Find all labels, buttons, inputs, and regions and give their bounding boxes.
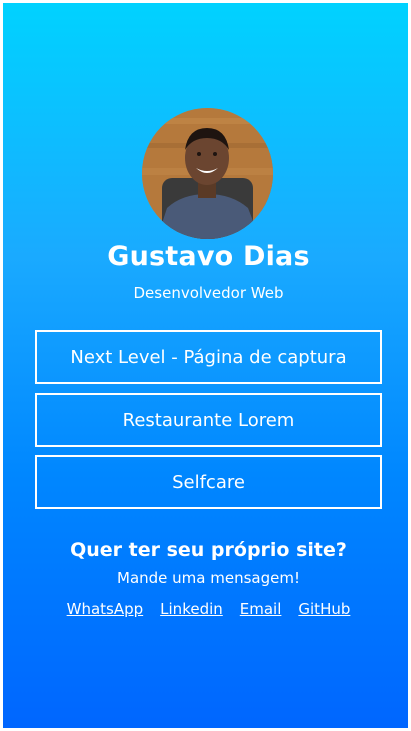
profile-name: Gustavo Dias [107, 241, 310, 272]
link-button-selfcare[interactable]: Selfcare [35, 455, 382, 509]
social-links: WhatsApp Linkedin Email GitHub [3, 600, 411, 618]
whatsapp-link[interactable]: WhatsApp [67, 600, 144, 618]
contact-title: Quer ter seu próprio site? [70, 539, 347, 561]
github-link[interactable]: GitHub [298, 600, 350, 618]
link-button-restaurante[interactable]: Restaurante Lorem [35, 393, 382, 447]
profile-photo [142, 108, 273, 239]
contact-subtitle: Mande uma mensagem! [117, 569, 300, 587]
avatar [142, 108, 273, 239]
page-background: Gustavo Dias Desenvolvedor Web Next Leve… [0, 0, 411, 731]
link-button-next-level[interactable]: Next Level - Página de captura [35, 330, 382, 384]
email-link[interactable]: Email [240, 600, 282, 618]
linkedin-link[interactable]: Linkedin [160, 600, 223, 618]
profile-role: Desenvolvedor Web [133, 284, 284, 302]
